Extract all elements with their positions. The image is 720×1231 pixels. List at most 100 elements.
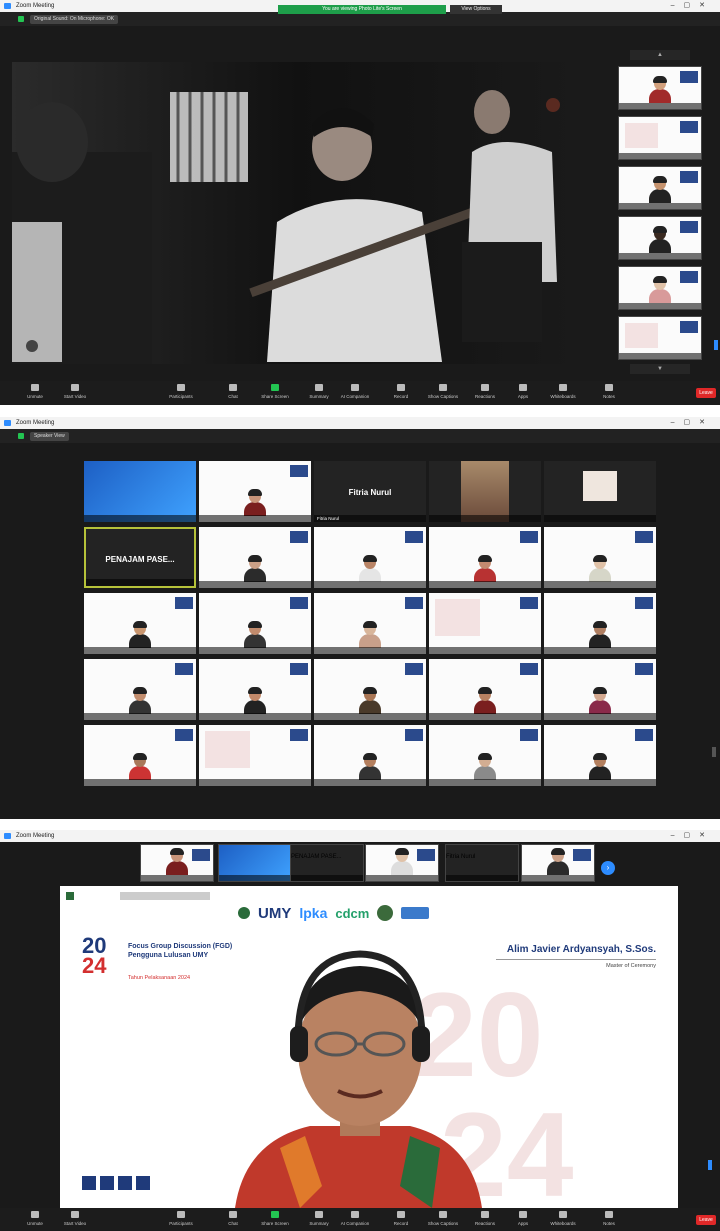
participant-name bbox=[544, 581, 656, 588]
slide-logo-block bbox=[573, 849, 591, 861]
participant-avatar bbox=[244, 555, 266, 582]
participant-tile[interactable] bbox=[429, 659, 541, 720]
toolbar-show-captions-button[interactable]: Show Captions bbox=[420, 1211, 466, 1226]
participant-tile[interactable] bbox=[84, 659, 196, 720]
participant-tile[interactable] bbox=[199, 527, 311, 588]
participant-name bbox=[314, 713, 426, 720]
participant-avatar bbox=[649, 176, 671, 203]
participant-tile[interactable] bbox=[314, 725, 426, 786]
slide-nav-button[interactable] bbox=[82, 1176, 96, 1190]
participant-name bbox=[314, 647, 426, 654]
participant-name bbox=[141, 875, 213, 881]
toolbar-chat-button[interactable]: Chat bbox=[210, 1211, 256, 1226]
participant-name bbox=[619, 153, 701, 159]
apps-icon bbox=[519, 384, 527, 391]
participant-tile[interactable] bbox=[314, 527, 426, 588]
participant-tile[interactable] bbox=[429, 725, 541, 786]
participant-tile[interactable] bbox=[618, 116, 702, 160]
slide-nav-button[interactable] bbox=[136, 1176, 150, 1190]
participant-tile[interactable]: PENAJAM PASE... bbox=[290, 844, 364, 882]
slide-nav-button[interactable] bbox=[118, 1176, 132, 1190]
background-year-mark bbox=[203, 597, 233, 621]
participant-tile[interactable] bbox=[199, 593, 311, 654]
participant-avatar bbox=[166, 848, 188, 875]
participant-tile[interactable] bbox=[84, 593, 196, 654]
toolbar-notes-button[interactable]: Notes bbox=[586, 384, 632, 399]
gallery-handle[interactable] bbox=[708, 1160, 712, 1170]
participant-name bbox=[619, 303, 701, 309]
participant-name bbox=[199, 581, 311, 588]
toolbar-share-screen-button[interactable]: Share Screen bbox=[252, 384, 298, 399]
thumbnails-scroll-down[interactable]: ▼ bbox=[630, 364, 690, 374]
participant-tile[interactable] bbox=[199, 461, 311, 522]
toolbar-share-screen-button[interactable]: Share Screen bbox=[252, 1211, 298, 1226]
participant-tile[interactable] bbox=[218, 844, 292, 882]
participant-tile[interactable] bbox=[544, 725, 656, 786]
participant-avatar bbox=[129, 753, 151, 780]
participant-tile[interactable] bbox=[544, 593, 656, 654]
toolbar-show-captions-button[interactable]: Show Captions bbox=[420, 384, 466, 399]
participant-tile[interactable] bbox=[521, 844, 595, 882]
view-label[interactable]: Speaker View bbox=[30, 432, 69, 441]
slide-logo-block bbox=[290, 729, 308, 741]
leave-button[interactable]: Leave bbox=[696, 388, 716, 398]
window-controls[interactable]: –▢✕ bbox=[671, 417, 714, 429]
toolbar-whiteboards-button[interactable]: Whiteboards bbox=[540, 1211, 586, 1226]
security-shield-icon[interactable] bbox=[18, 16, 24, 22]
participant-tile[interactable] bbox=[618, 316, 702, 360]
participant-tile[interactable] bbox=[199, 725, 311, 786]
toolbar-notes-button[interactable]: Notes bbox=[586, 1211, 632, 1226]
participant-tile[interactable] bbox=[365, 844, 439, 882]
participant-tile[interactable] bbox=[618, 66, 702, 110]
chat-icon bbox=[229, 1211, 237, 1218]
toolbar-label: Show Captions bbox=[427, 394, 459, 399]
participant-tile[interactable] bbox=[618, 216, 702, 260]
gallery-next-page[interactable] bbox=[712, 747, 716, 757]
toolbar-whiteboards-button[interactable]: Whiteboards bbox=[540, 384, 586, 399]
toolbar-participants-button[interactable]: Participants bbox=[158, 384, 204, 399]
participant-name bbox=[84, 713, 196, 720]
participant-tile[interactable]: Fitria Nurul Fitria Nurul bbox=[314, 461, 426, 522]
toolbar-record-button[interactable]: Record bbox=[378, 1211, 424, 1226]
window-controls[interactable]: –▢✕ bbox=[671, 0, 714, 12]
participant-tile[interactable] bbox=[544, 461, 656, 522]
toolbar-chat-button[interactable]: Chat bbox=[210, 384, 256, 399]
slide-logo-block bbox=[405, 729, 423, 741]
participant-tile[interactable] bbox=[314, 659, 426, 720]
toolbar-start-video-button[interactable]: Start Video bbox=[52, 1211, 98, 1226]
participant-avatar bbox=[129, 687, 151, 714]
participant-tile[interactable] bbox=[84, 725, 196, 786]
participant-tile[interactable] bbox=[618, 166, 702, 210]
participant-tile[interactable]: PENAJAM PASE... bbox=[84, 527, 196, 588]
participant-tile[interactable] bbox=[84, 461, 196, 522]
participant-tile[interactable] bbox=[429, 461, 541, 522]
toolbar-record-button[interactable]: Record bbox=[378, 384, 424, 399]
participant-tile[interactable] bbox=[314, 593, 426, 654]
toolbar-participants-button[interactable]: Participants bbox=[158, 1211, 204, 1226]
summary-icon bbox=[315, 1211, 323, 1218]
slide-background bbox=[625, 323, 658, 349]
toolbar-ai-companion-button[interactable]: AI Companion bbox=[332, 384, 378, 399]
thumbnails-scroll-up[interactable]: ▲ bbox=[630, 50, 690, 60]
participant-tile[interactable] bbox=[140, 844, 214, 882]
slide-logo-block bbox=[175, 663, 193, 675]
participant-tile[interactable] bbox=[544, 527, 656, 588]
toolbar-ai-companion-button[interactable]: AI Companion bbox=[332, 1211, 378, 1226]
participant-tile[interactable] bbox=[429, 593, 541, 654]
security-shield-icon[interactable] bbox=[18, 433, 24, 439]
participant-avatar bbox=[589, 621, 611, 648]
participant-tile[interactable] bbox=[429, 527, 541, 588]
participant-tile[interactable] bbox=[618, 266, 702, 310]
window-controls[interactable]: –▢✕ bbox=[671, 830, 714, 842]
background-year-mark bbox=[433, 729, 463, 753]
gallery-handle[interactable] bbox=[714, 340, 718, 350]
participant-tile[interactable] bbox=[544, 659, 656, 720]
slide-logo-block bbox=[290, 663, 308, 675]
participant-tile[interactable]: Fitria Nurul bbox=[445, 844, 519, 882]
strip-next-icon[interactable]: › bbox=[601, 861, 615, 875]
slide-nav-button[interactable] bbox=[100, 1176, 114, 1190]
participant-tile[interactable] bbox=[199, 659, 311, 720]
leave-button[interactable]: Leave bbox=[696, 1215, 716, 1225]
view-options-button[interactable]: View Options bbox=[450, 5, 502, 14]
toolbar-start-video-button[interactable]: Start Video bbox=[52, 384, 98, 399]
